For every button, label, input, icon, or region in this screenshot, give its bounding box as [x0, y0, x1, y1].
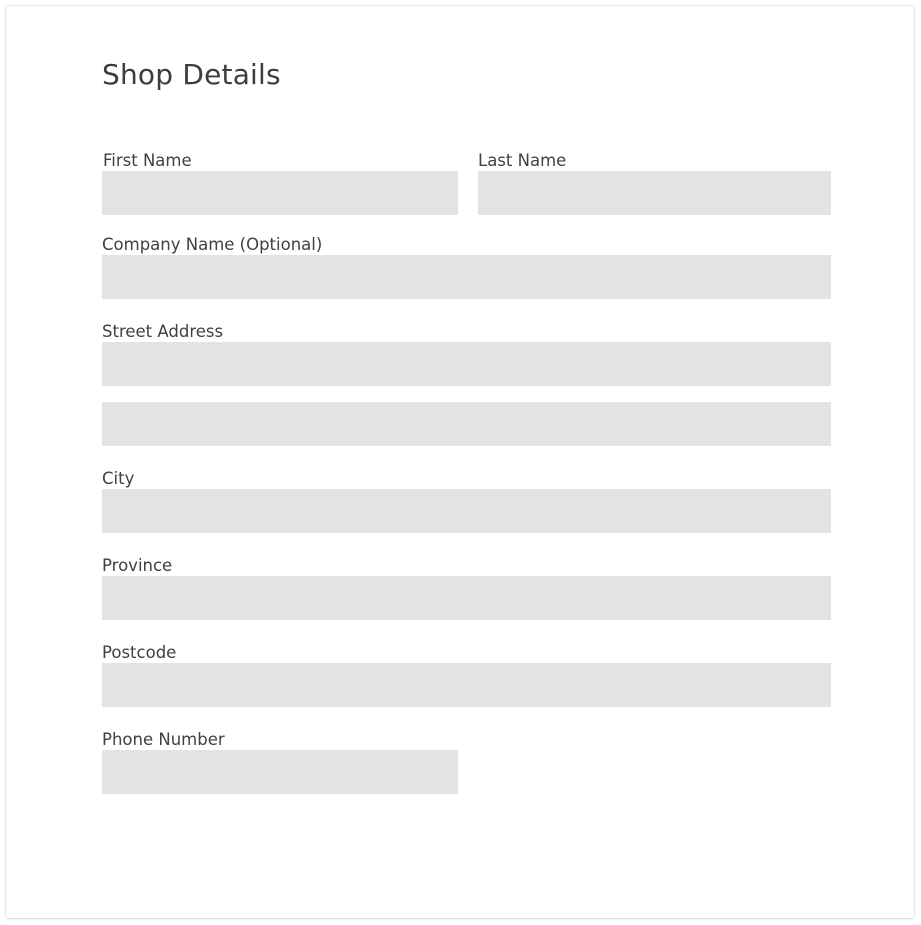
page-title: Shop Details — [102, 58, 281, 91]
city-label: City — [102, 469, 135, 488]
street-address-line1-input[interactable] — [102, 342, 831, 386]
first-name-label: First Name — [103, 151, 192, 170]
postcode-input[interactable] — [102, 663, 831, 707]
last-name-label: Last Name — [478, 151, 567, 170]
province-input[interactable] — [102, 576, 831, 620]
phone-number-input[interactable] — [102, 750, 458, 794]
phone-number-label: Phone Number — [102, 730, 225, 749]
postcode-label: Postcode — [102, 643, 177, 662]
street-address-label: Street Address — [102, 322, 224, 341]
first-name-input[interactable] — [102, 171, 458, 215]
company-name-label: Company Name (Optional) — [102, 235, 323, 254]
street-address-line2-input[interactable] — [102, 402, 831, 446]
province-label: Province — [102, 556, 173, 575]
city-input[interactable] — [102, 489, 831, 533]
shop-details-card: Shop Details First Name Last Name Compan… — [6, 6, 914, 918]
last-name-input[interactable] — [478, 171, 831, 215]
company-name-input[interactable] — [102, 255, 831, 299]
